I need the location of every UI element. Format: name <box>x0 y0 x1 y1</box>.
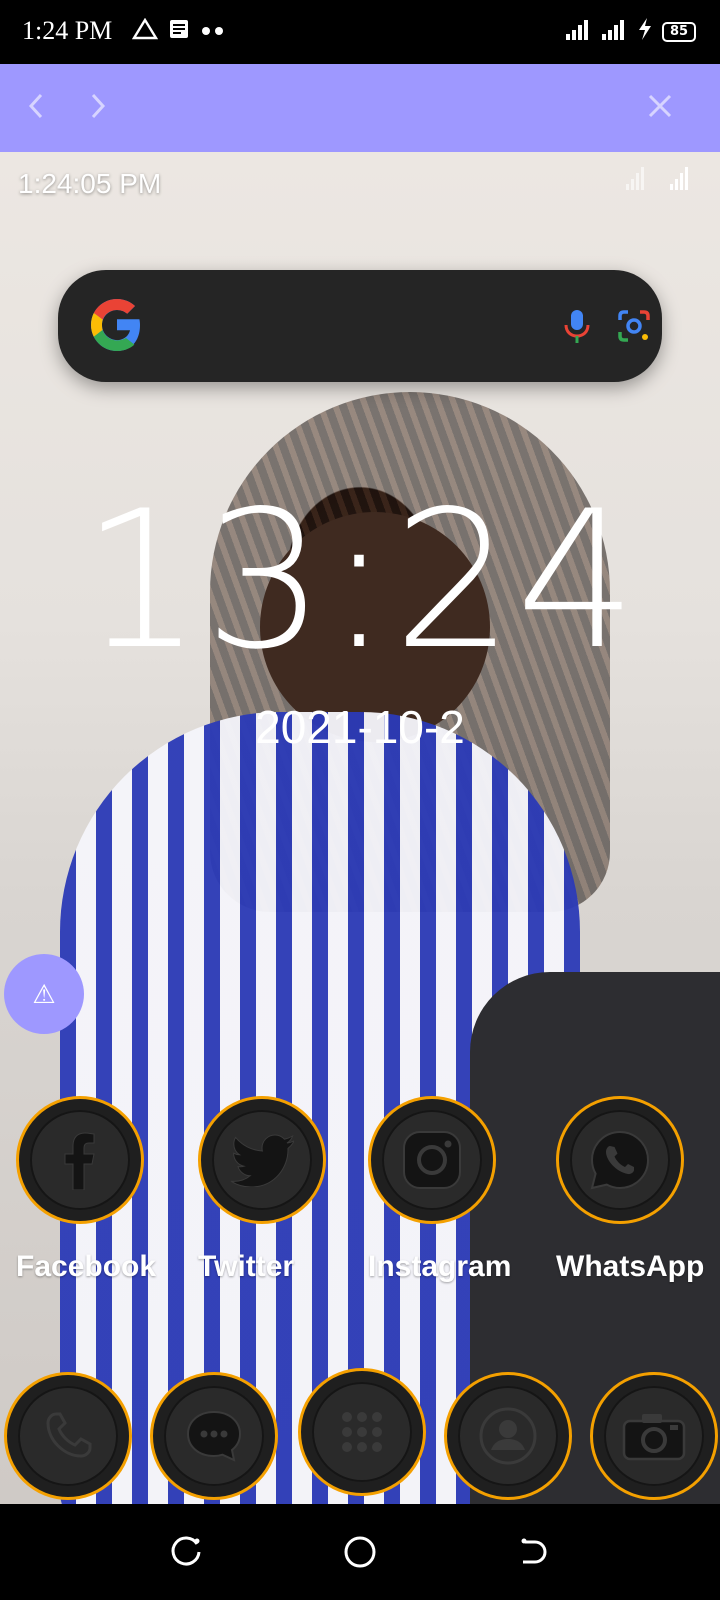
app-label-twitter[interactable]: Twitter <box>198 1250 294 1284</box>
google-icon <box>84 292 150 363</box>
close-icon <box>647 93 673 124</box>
back-nav-button[interactable] <box>514 1534 554 1574</box>
charging-icon <box>638 18 652 45</box>
app-label-whatsapp[interactable]: WhatsApp <box>556 1250 704 1284</box>
camera-icon <box>604 1386 704 1486</box>
app-drawer-icon <box>312 1382 412 1482</box>
dock-camera[interactable] <box>590 1372 718 1500</box>
status-time: 1:24 PM <box>22 16 113 45</box>
signal-icon <box>566 18 592 45</box>
forward-button[interactable] <box>82 92 114 124</box>
signal-icon <box>670 166 692 195</box>
home-icon <box>343 1535 377 1574</box>
facebook-icon <box>30 1110 130 1210</box>
contacts-icon <box>458 1386 558 1486</box>
phone-icon <box>18 1386 118 1486</box>
dock-phone[interactable] <box>4 1372 132 1500</box>
chevron-right-icon <box>88 92 108 125</box>
clock-time: 13:24 <box>81 470 639 691</box>
widget-signals <box>626 166 692 195</box>
google-search-bar[interactable] <box>58 270 662 382</box>
close-button[interactable] <box>644 92 676 124</box>
alert-triangle-icon <box>131 17 159 45</box>
dock-contacts[interactable] <box>444 1372 572 1500</box>
warning-icon: ⚠ <box>32 978 56 1009</box>
dock-app-drawer[interactable] <box>298 1368 426 1496</box>
nav-header <box>0 64 720 152</box>
signal-icon <box>626 166 648 195</box>
twitter-icon <box>212 1110 312 1210</box>
battery-indicator: 85 <box>662 21 696 42</box>
status-bar: 1:24 PM 85 <box>0 0 720 64</box>
warning-fab[interactable]: ⚠ <box>4 954 84 1034</box>
system-nav-bar <box>0 1504 720 1600</box>
messages-icon <box>164 1386 264 1486</box>
home-button[interactable] <box>340 1534 380 1574</box>
clock-date: 2021-10-2 <box>255 701 465 753</box>
chevron-left-icon <box>26 92 46 125</box>
more-dots-icon <box>200 23 226 41</box>
app-icon-whatsapp[interactable] <box>556 1096 684 1224</box>
back-button[interactable] <box>20 92 52 124</box>
dock-messages[interactable] <box>150 1372 278 1500</box>
lens-icon[interactable] <box>616 308 652 349</box>
app-label-instagram[interactable]: Instagram <box>368 1250 511 1284</box>
status-icons-left <box>131 17 226 45</box>
signal-icon <box>602 18 628 45</box>
back-icon <box>517 1535 551 1574</box>
app-icon-twitter[interactable] <box>198 1096 326 1224</box>
recents-button[interactable] <box>166 1534 206 1574</box>
status-icons-right: 85 <box>566 18 696 45</box>
app-icon-instagram[interactable] <box>368 1096 496 1224</box>
app-icon-facebook[interactable] <box>16 1096 144 1224</box>
whatsapp-icon <box>570 1110 670 1210</box>
widget-time: 1:24:05 PM <box>18 168 162 199</box>
notes-icon <box>168 18 190 45</box>
mic-icon[interactable] <box>562 308 592 351</box>
recents-icon <box>169 1535 203 1574</box>
app-label-facebook[interactable]: Facebook <box>16 1250 156 1284</box>
instagram-icon <box>382 1110 482 1210</box>
